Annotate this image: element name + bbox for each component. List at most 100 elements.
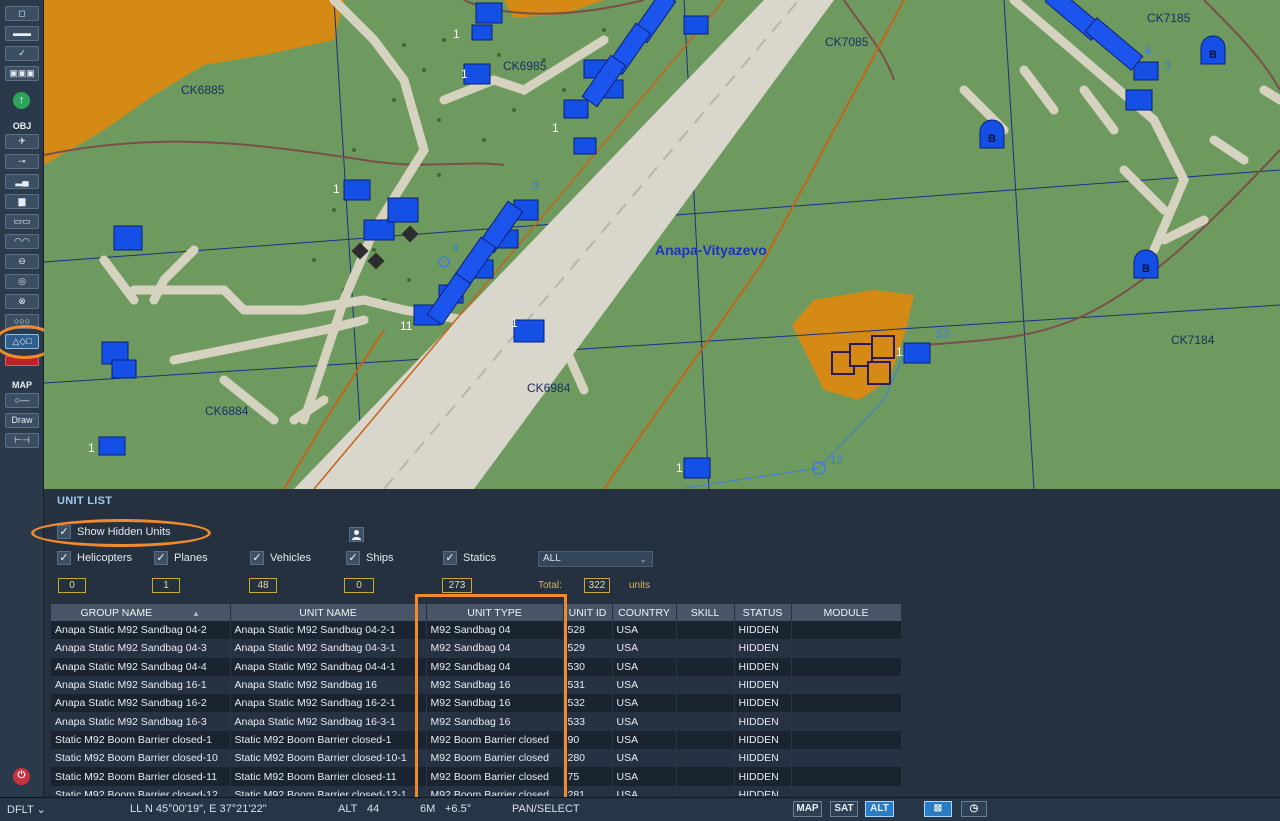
group-tool-button[interactable]: ▣▣▣: [5, 66, 39, 81]
grid-label: CK6885: [181, 83, 225, 97]
helicopters-filter-checkbox[interactable]: ✓ Helicopters: [57, 551, 132, 565]
checkmark-tool-button[interactable]: ✓: [5, 46, 39, 61]
checkbox-checked-icon[interactable]: ✓: [346, 551, 360, 565]
column-header-unit-name[interactable]: UNIT NAME: [230, 604, 427, 621]
cell-module: [791, 749, 902, 768]
grid-label: CK7185: [1147, 11, 1191, 25]
table-row[interactable]: Static M92 Boom Barrier closed-1 Static M…: [51, 730, 902, 750]
svg-text:1: 1: [552, 121, 559, 135]
column-header-country[interactable]: COUNTRY: [612, 604, 677, 621]
select-tool-button[interactable]: ◻: [5, 6, 39, 21]
satellite-view-button[interactable]: SAT: [830, 801, 858, 817]
column-header-skill[interactable]: SKILL: [676, 604, 735, 621]
add-static-button[interactable]: ▭▭: [5, 214, 39, 229]
cell-skill: [676, 621, 735, 640]
profile-selector[interactable]: DFLT ⌄: [7, 803, 46, 816]
svg-text:3: 3: [1164, 59, 1171, 73]
planes-filter-checkbox[interactable]: ✓ Planes: [154, 551, 208, 565]
checkbox-checked-icon[interactable]: ✓: [57, 525, 71, 539]
table-row[interactable]: Anapa Static M92 Sandbag 16-2 Anapa Stati…: [51, 694, 902, 713]
table-row[interactable]: Anapa Static M92 Sandbag 04-4 Anapa Stati…: [51, 657, 902, 676]
exit-icon[interactable]: ⏻: [13, 768, 30, 785]
helicopters-count: 0: [58, 578, 86, 593]
altitude-view-button[interactable]: ALT: [865, 801, 894, 817]
cell-module: [791, 657, 902, 676]
checkbox-checked-icon[interactable]: ✓: [250, 551, 264, 565]
table-row[interactable]: Anapa Static M92 Sandbag 16-3 Anapa Stati…: [51, 712, 902, 731]
cell-status: HIDDEN: [734, 639, 792, 658]
cell-country: USA: [612, 694, 677, 713]
add-template-button[interactable]: ◠◠: [5, 234, 39, 249]
draw-tool-button[interactable]: Draw: [5, 413, 39, 428]
cell-unit-id: 533: [563, 712, 613, 731]
cell-status: HIDDEN: [734, 767, 792, 786]
obj-section-label: OBJ: [12, 121, 32, 131]
cell-unit-name: Static M92 Boom Barrier closed-10-1: [230, 749, 427, 768]
table-row[interactable]: Anapa Static M92 Sandbag 04-2 Anapa Stati…: [51, 621, 902, 640]
up-arrow-icon[interactable]: ↑: [13, 92, 30, 109]
column-header-unit-type[interactable]: UNIT TYPE: [426, 604, 564, 621]
cell-unit-id: 90: [563, 730, 613, 750]
coalition-select[interactable]: ALL ⌄: [538, 551, 653, 567]
delete-tool-button[interactable]: ⊗: [5, 294, 39, 309]
cell-unit-id: 530: [563, 657, 613, 676]
vehicles-filter-checkbox[interactable]: ✓ Vehicles: [250, 551, 311, 565]
cell-skill: [676, 785, 735, 796]
measure-tool-button[interactable]: ⊢⊣: [5, 433, 39, 448]
airport-label[interactable]: Anapa-Vityazevo: [655, 242, 767, 258]
column-header-status[interactable]: STATUS: [734, 604, 792, 621]
cell-unit-type: M92 Sandbag 16: [426, 675, 564, 695]
cell-unit-type: M92 Sandbag 04: [426, 621, 564, 640]
statics-filter-checkbox[interactable]: ✓ Statics: [443, 551, 496, 565]
cell-group-name: Static M92 Boom Barrier closed-12: [51, 785, 231, 796]
circles-tool-button[interactable]: ○○○: [5, 314, 39, 329]
cell-skill: [676, 712, 735, 731]
add-trigger-zone-button[interactable]: ⊖: [5, 254, 39, 269]
cell-unit-name: Anapa Static M92 Sandbag 16: [230, 675, 427, 695]
cell-skill: [676, 730, 735, 750]
temperature-readout: +6.5°: [445, 803, 472, 815]
add-plane-button[interactable]: ✈: [5, 134, 39, 149]
user-icon[interactable]: [349, 527, 364, 542]
svg-text:B: B: [988, 133, 996, 145]
cell-module: [791, 694, 902, 713]
table-row[interactable]: Static M92 Boom Barrier closed-11 Static …: [51, 767, 902, 786]
waypoint-icon: [438, 256, 450, 268]
unit-list-button[interactable]: △◇□: [5, 334, 39, 349]
table-row[interactable]: Anapa Static M92 Sandbag 04-3 Anapa Stati…: [51, 639, 902, 658]
add-vehicle-button[interactable]: ▆: [5, 194, 39, 209]
checkbox-checked-icon[interactable]: ✓: [154, 551, 168, 565]
ruler-tool-button[interactable]: ○—: [5, 393, 39, 408]
table-row[interactable]: Static M92 Boom Barrier closed-12 Static …: [51, 785, 902, 796]
add-ship-button[interactable]: ▂▄: [5, 174, 39, 189]
column-header-unit-id[interactable]: UNIT ID: [563, 604, 613, 621]
column-header-module[interactable]: MODULE: [791, 604, 902, 621]
chevron-down-icon: ⌄: [36, 804, 46, 816]
checkbox-checked-icon[interactable]: ✓: [443, 551, 457, 565]
map-view[interactable]: BBB 111 1 11 1 111 434 3 53 12 CK6885 CK6985…: [44, 0, 1280, 489]
cell-unit-type: M92 Sandbag 04: [426, 657, 564, 676]
table-row[interactable]: Static M92 Boom Barrier closed-10 Static …: [51, 749, 902, 768]
cell-country: USA: [612, 767, 677, 786]
add-helicopter-button[interactable]: ⊸: [5, 154, 39, 169]
grid-label: CK6985: [503, 59, 547, 73]
column-header-group-name[interactable]: GROUP NAME ▲: [51, 604, 231, 621]
add-zone-button[interactable]: ◎: [5, 274, 39, 289]
show-hidden-units-checkbox[interactable]: ✓ Show Hidden Units: [57, 525, 171, 539]
clock-icon[interactable]: ◷: [961, 801, 987, 817]
map-view-button[interactable]: MAP: [793, 801, 822, 817]
show-hidden-units-label: Show Hidden Units: [77, 526, 171, 538]
cell-module: [791, 675, 902, 695]
cell-skill: [676, 767, 735, 786]
ships-filter-checkbox[interactable]: ✓ Ships: [346, 551, 394, 565]
total-label: Total:: [538, 580, 562, 591]
table-row[interactable]: Anapa Static M92 Sandbag 16-1 Anapa Stati…: [51, 675, 902, 695]
svg-text:53: 53: [936, 327, 950, 341]
checkbox-checked-icon[interactable]: ✓: [57, 551, 71, 565]
flag-tool-button[interactable]: ▬▬: [5, 26, 39, 41]
sort-ascending-icon[interactable]: ▲: [192, 609, 200, 618]
red-marker-icon: [5, 356, 39, 366]
map-filter-icon[interactable]: ⊠: [924, 801, 952, 817]
cell-status: HIDDEN: [734, 657, 792, 676]
coordinates-readout: LL N 45°00'19", E 37°21'22": [130, 803, 267, 815]
